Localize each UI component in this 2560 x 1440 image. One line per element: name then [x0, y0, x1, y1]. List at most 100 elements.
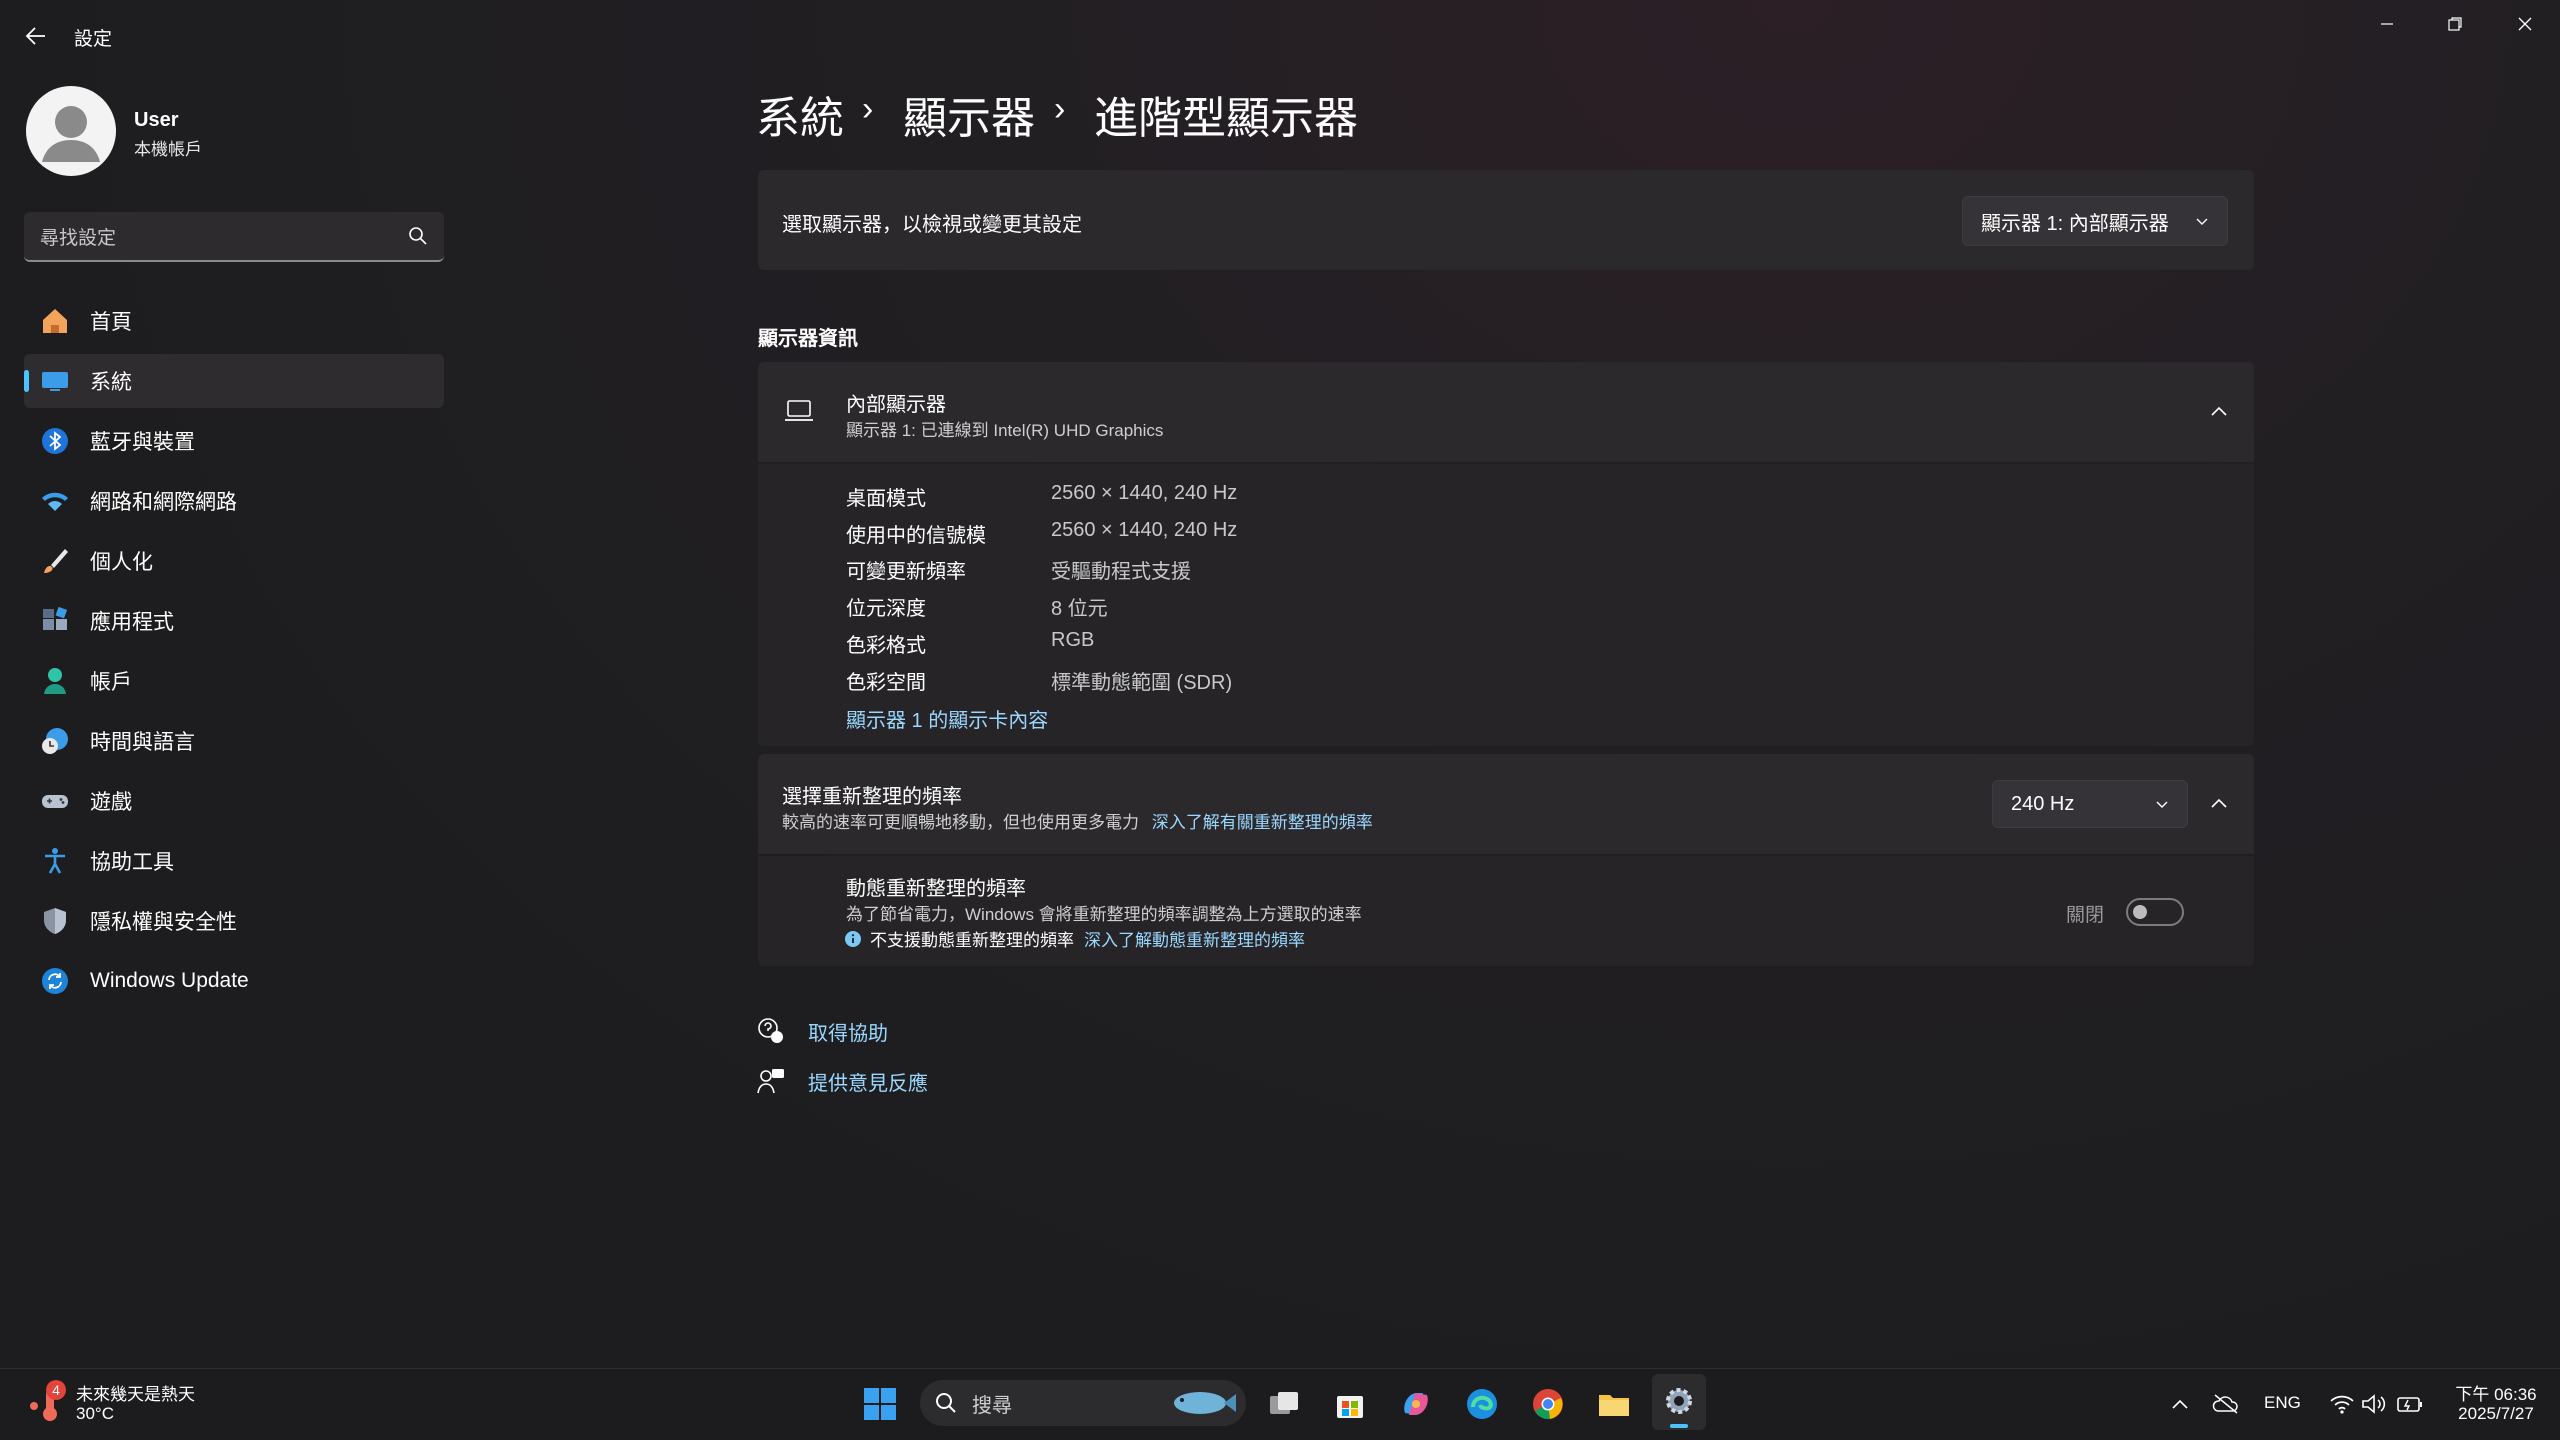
start-button[interactable]: [860, 1384, 900, 1424]
feedback-label: 提供意見反應: [808, 1072, 928, 1095]
clock-time[interactable]: 下午 06:36: [2448, 1380, 2544, 1405]
info-row-value: RGB: [1051, 629, 1095, 651]
battery-tray-button[interactable]: [2390, 1384, 2430, 1424]
show-hidden-icons-button[interactable]: [2160, 1384, 2200, 1424]
speaker-icon: [2362, 1394, 2386, 1414]
chrome-button[interactable]: [1528, 1384, 1568, 1424]
brush-icon: [38, 544, 72, 578]
sidebar-item-system[interactable]: 系統: [24, 354, 444, 408]
cloud-off-icon: [2212, 1394, 2238, 1414]
refresh-rate-dropdown[interactable]: 240 Hz: [1992, 780, 2188, 828]
language-indicator[interactable]: ENG: [2264, 1393, 2301, 1413]
search-input[interactable]: 尋找設定: [40, 223, 408, 250]
chevron-up-icon[interactable]: [2210, 796, 2228, 815]
feedback-icon: [756, 1066, 786, 1096]
info-icon: [845, 930, 861, 947]
avatar[interactable]: [26, 86, 116, 176]
folder-icon: [1599, 1395, 1629, 1416]
chevron-up-icon[interactable]: [2210, 404, 2228, 423]
sidebar-item-label: 首頁: [90, 311, 132, 334]
sidebar-item-windows-update[interactable]: Windows Update: [24, 954, 444, 1008]
sidebar-item-network[interactable]: 網路和網際網路: [24, 474, 444, 528]
taskbar-search-placeholder: 搜尋: [972, 1394, 1012, 1417]
task-view-icon: [1270, 1392, 1298, 1414]
restore-icon: [2448, 17, 2462, 31]
search-box[interactable]: 尋找設定: [24, 212, 444, 262]
select-display-card: 選取顯示器，以檢視或變更其設定 顯示器 1: 內部顯示器: [758, 170, 2254, 270]
taskbar-search[interactable]: 搜尋: [920, 1380, 1246, 1426]
feedback-link[interactable]: 提供意見反應: [756, 1066, 928, 1096]
windows-logo-icon: [864, 1388, 896, 1420]
display-select-value: 顯示器 1: 內部顯示器: [1981, 212, 2169, 235]
sidebar-item-apps[interactable]: 應用程式: [24, 594, 444, 648]
info-row-value: 2560 × 1440, 240 Hz: [1051, 482, 1238, 504]
chrome-icon: [1533, 1389, 1563, 1420]
gamepad-icon: [38, 784, 72, 818]
monitor-icon: [38, 364, 72, 398]
weather-temp[interactable]: 30°C: [76, 1404, 114, 1424]
file-explorer-button[interactable]: [1594, 1384, 1634, 1424]
store-icon: [1337, 1396, 1363, 1418]
breadcrumb-system[interactable]: 系統: [756, 82, 844, 146]
active-indicator: [1670, 1424, 1688, 1428]
store-button[interactable]: [1330, 1384, 1370, 1424]
search-icon: [409, 227, 427, 245]
back-arrow-icon: [25, 27, 45, 45]
display-info-header[interactable]: 內部顯示器 顯示器 1: 已連線到 Intel(R) UHD Graphics: [758, 362, 2254, 462]
get-help-link[interactable]: 取得協助: [756, 1016, 888, 1046]
refresh-rate-learn-more-link[interactable]: 深入了解有關重新整理的頻率: [1152, 813, 1373, 832]
volume-tray-button[interactable]: [2354, 1384, 2394, 1424]
clock-date[interactable]: 2025/7/27: [2448, 1404, 2544, 1424]
onedrive-button[interactable]: [2206, 1384, 2246, 1424]
apps-icon: [38, 604, 72, 638]
sidebar-item-label: 時間與語言: [90, 731, 195, 754]
breadcrumb-display[interactable]: 顯示器: [903, 82, 1035, 146]
copilot-icon: [1404, 1393, 1428, 1415]
adapter-properties-link[interactable]: 顯示器 1 的顯示卡內容: [846, 704, 1048, 733]
info-row-label: 色彩空間: [846, 672, 926, 694]
update-icon: [38, 964, 72, 998]
sidebar-item-privacy[interactable]: 隱私權與安全性: [24, 894, 444, 948]
display-select-dropdown[interactable]: 顯示器 1: 內部顯示器: [1962, 196, 2228, 246]
weather-text[interactable]: 未來幾天是熱天: [76, 1380, 195, 1405]
restore-button[interactable]: [2420, 0, 2490, 48]
sidebar-item-bluetooth[interactable]: 藍牙與裝置: [24, 414, 444, 468]
minimize-icon: [2381, 23, 2393, 25]
settings-gear-icon: [1666, 1388, 1692, 1414]
sidebar-item-personalization[interactable]: 個人化: [24, 534, 444, 588]
close-button[interactable]: [2490, 0, 2560, 48]
chevron-up-icon: [2172, 1399, 2188, 1409]
dynamic-refresh-learn-more-link[interactable]: 深入了解動態重新整理的頻率: [1084, 926, 1305, 951]
sidebar-nav: 首頁 系統 藍牙與裝置 網路和網際網路 個人化 應用程式 帳戶 時間與語言 遊戲…: [24, 294, 444, 1014]
sidebar-item-accounts[interactable]: 帳戶: [24, 654, 444, 708]
account-type: 本機帳戶: [134, 140, 202, 159]
info-row-label: 色彩格式: [846, 635, 926, 657]
sidebar-item-label: 遊戲: [90, 791, 132, 814]
chevron-down-icon: [2196, 218, 2208, 225]
info-row-label: 位元深度: [846, 598, 926, 620]
weather-widget-icon[interactable]: 4: [26, 1380, 66, 1424]
accessibility-icon: [38, 844, 72, 878]
info-row-value: 受驅動程式支援: [1051, 561, 1191, 583]
sidebar-item-label: 帳戶: [90, 671, 132, 694]
sidebar-item-label: 個人化: [90, 551, 153, 574]
task-view-button[interactable]: [1264, 1384, 1304, 1424]
minimize-button[interactable]: [2352, 0, 2422, 48]
settings-taskbar-button[interactable]: [1652, 1374, 1706, 1430]
select-display-label: 選取顯示器，以檢視或變更其設定: [782, 214, 1082, 236]
home-icon: [38, 304, 72, 338]
back-button[interactable]: [18, 18, 54, 54]
sidebar-item-accessibility[interactable]: 協助工具: [24, 834, 444, 888]
copilot-button[interactable]: [1396, 1384, 1436, 1424]
sidebar-item-gaming[interactable]: 遊戲: [24, 774, 444, 828]
sidebar-item-home[interactable]: 首頁: [24, 294, 444, 348]
info-row-label: 桌面模式: [846, 488, 926, 510]
sidebar-item-label: 系統: [90, 371, 132, 394]
dynamic-refresh-description: 為了節省電力，Windows 會將重新整理的頻率調整為上方選取的速率: [846, 905, 1362, 924]
info-row-label: 可變更新頻率: [846, 561, 966, 583]
clock-globe-icon: [38, 724, 72, 758]
edge-button[interactable]: [1462, 1384, 1502, 1424]
user-name: User: [134, 109, 179, 131]
dynamic-refresh-toggle[interactable]: [2126, 898, 2184, 926]
sidebar-item-time-language[interactable]: 時間與語言: [24, 714, 444, 768]
